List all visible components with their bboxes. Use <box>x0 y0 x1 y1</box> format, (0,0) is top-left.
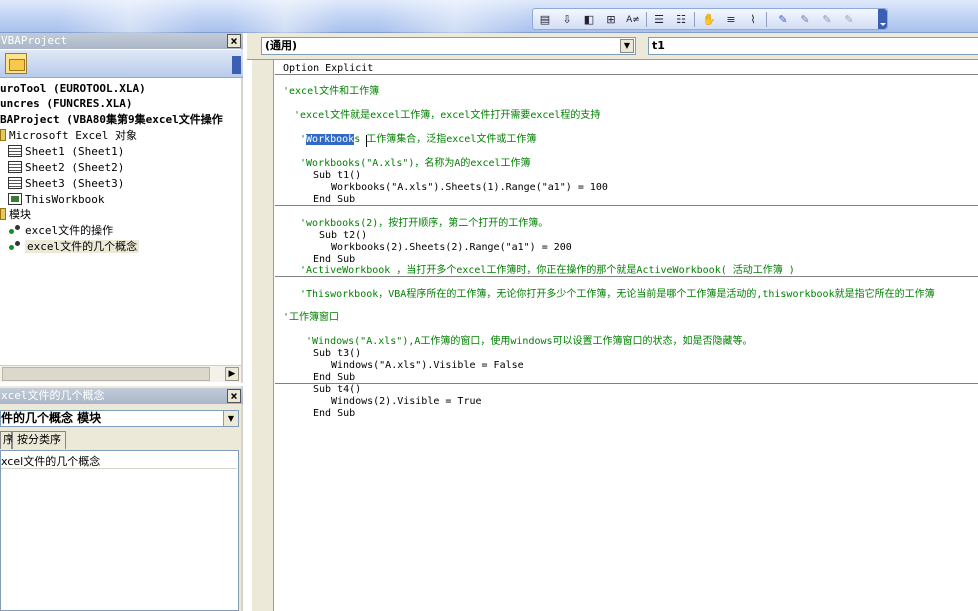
properties-title-text: xcel文件的几个概念 <box>1 389 105 402</box>
code-line[interactable]: End Sub <box>313 408 355 420</box>
complete-word-icon[interactable]: A≠ <box>624 11 642 28</box>
code-editor[interactable]: Option Explicit 'excel文件和工作簿 'excel文件就是e… <box>247 59 978 611</box>
object-selector-value: 件的几个概念 模块 <box>1 411 102 425</box>
project-title-text: VBAProject <box>1 34 68 47</box>
procedure-separator <box>275 205 978 206</box>
tree-item-module-1[interactable]: excel文件的操作 <box>8 223 113 239</box>
procedure-combo-value: t1 <box>652 39 665 52</box>
tree-item-sheet3[interactable]: Sheet3 (Sheet3) <box>8 176 124 192</box>
tree-item-sheet2[interactable]: Sheet2 (Sheet2) <box>8 160 124 176</box>
module-icon <box>8 240 22 252</box>
chevron-down-icon[interactable]: ▼ <box>620 39 634 53</box>
edit-toolbar: ▤ ⇩ ◧ ⊞ A≠ ☰ ☷ ✋ ≡ ⌇ ✎ ✎ ✎ ✎ <box>532 8 888 30</box>
tree-item-vbaproject[interactable]: BAProject (VBA80集第9集excel文件操作 <box>0 112 223 128</box>
chevron-down-icon[interactable]: ▼ <box>223 411 238 426</box>
project-toolbar-options-icon[interactable] <box>232 56 241 74</box>
comment-block-icon[interactable]: ≡ <box>722 11 740 28</box>
project-toolbar <box>0 50 243 78</box>
code-line[interactable]: Workbooks("A.xls").Sheets(1).Range("a1")… <box>331 182 608 194</box>
toggle-folders-icon[interactable] <box>5 53 27 74</box>
text-cursor-icon <box>366 135 368 147</box>
procedure-separator <box>275 276 978 277</box>
list-constants-icon[interactable]: ⇩ <box>558 11 576 28</box>
quick-info-icon[interactable]: ◧ <box>580 11 598 28</box>
clear-bookmarks-icon[interactable]: ✎ <box>840 11 858 28</box>
selected-text: Workbook <box>306 134 355 145</box>
module-icon <box>8 224 22 236</box>
tree-item-excel-objects[interactable]: Microsoft Excel 对象 <box>0 128 137 144</box>
tree-item-module-2[interactable]: excel文件的几个概念 <box>8 239 140 255</box>
bookmark-icon[interactable]: ✎ <box>774 11 792 28</box>
code-line[interactable]: 'Windows("A.xls"),A工作簿的窗口，使用windows可以设置工… <box>306 336 753 348</box>
tree-item-eurotool[interactable]: uroTool (EUROTOOL.XLA) <box>0 81 146 97</box>
code-window: (通用) ▼ t1 Option Explicit 'excel文件和工作簿 '… <box>247 33 978 611</box>
close-icon[interactable]: × <box>227 389 241 403</box>
project-horizontal-scrollbar[interactable]: ▶ <box>0 365 241 382</box>
code-line[interactable]: Sub t4() <box>313 384 361 396</box>
tab-alphabetic[interactable]: 序 <box>0 431 14 449</box>
code-line[interactable]: 'Workbooks 工作簿集合，泛指excel文件或工作簿 <box>300 134 536 146</box>
procedure-separator <box>275 74 978 75</box>
procedure-combo[interactable]: t1 <box>648 37 978 55</box>
hand-icon[interactable]: ✋ <box>700 11 718 28</box>
sheet-icon <box>8 145 22 157</box>
indent-icon[interactable]: ☰ <box>650 11 668 28</box>
object-combo-value: (通用) <box>265 39 298 52</box>
tree-item-funcres[interactable]: uncres (FUNCRES.XLA) <box>0 96 132 112</box>
scroll-right-icon[interactable]: ▶ <box>225 367 239 381</box>
code-line[interactable]: 'excel文件就是excel工作簿，excel文件打开需要excel程的支持 <box>294 110 600 122</box>
code-line[interactable]: 'excel文件和工作簿 <box>283 86 379 98</box>
code-line[interactable]: Windows("A.xls").Visible = False <box>331 360 524 372</box>
outdent-icon[interactable]: ☷ <box>672 11 690 28</box>
code-line[interactable]: Sub t2() <box>319 230 367 242</box>
sheet-icon <box>8 177 22 189</box>
property-grid: xcel文件的几个概念 <box>0 450 239 611</box>
margin-indicator-bar[interactable] <box>252 60 274 611</box>
properties-title: xcel文件的几个概念 × <box>0 388 243 404</box>
procedure-separator <box>275 383 978 384</box>
tab-categorized[interactable]: 按分类序 <box>12 431 66 449</box>
tree-item-thisworkbook[interactable]: ThisWorkbook <box>8 192 104 208</box>
object-combo[interactable]: (通用) ▼ <box>261 37 636 55</box>
code-line[interactable]: Windows(2).Visible = True <box>331 396 482 408</box>
project-explorer-title: VBAProject × <box>0 33 243 49</box>
property-row-name[interactable]: xcel文件的几个概念 <box>1 454 237 469</box>
toolbar-options-icon[interactable] <box>878 9 887 29</box>
next-bookmark-icon[interactable]: ✎ <box>796 11 814 28</box>
project-explorer: VBAProject × uroTool (EUROTOOL.XLA) uncr… <box>0 33 243 383</box>
toolbar-strip: ▤ ⇩ ◧ ⊞ A≠ ☰ ☷ ✋ ≡ ⌇ ✎ ✎ ✎ ✎ <box>0 0 978 33</box>
workbook-icon <box>8 193 22 205</box>
tree-item-sheet1[interactable]: Sheet1 (Sheet1) <box>8 144 124 160</box>
close-icon[interactable]: × <box>227 34 241 48</box>
folder-icon <box>0 208 6 220</box>
sheet-icon <box>8 161 22 173</box>
list-properties-icon[interactable]: ▤ <box>536 11 554 28</box>
folder-icon <box>0 129 6 141</box>
tree-item-modules[interactable]: 模块 <box>0 207 31 223</box>
properties-window: xcel文件的几个概念 × 件的几个概念 模块 ▼ 序 按分类序 xcel文件的… <box>0 386 243 611</box>
param-info-icon[interactable]: ⊞ <box>602 11 620 28</box>
code-line[interactable]: Sub t1() <box>313 170 361 182</box>
code-line[interactable]: Sub t3() <box>313 348 361 360</box>
scrollbar-thumb[interactable] <box>2 367 210 381</box>
uncomment-block-icon[interactable]: ⌇ <box>744 11 762 28</box>
code-line[interactable]: '工作簿窗口 <box>283 312 339 324</box>
prev-bookmark-icon[interactable]: ✎ <box>818 11 836 28</box>
code-line[interactable]: 'Workbooks("A.xls")，名称为A的excel工作簿 <box>300 158 531 170</box>
code-line[interactable]: Workbooks(2).Sheets(2).Range("a1") = 200 <box>331 242 572 254</box>
object-selector[interactable]: 件的几个概念 模块 ▼ <box>0 410 239 427</box>
code-line[interactable]: 'workbooks(2)，按打开顺序，第二个打开的工作簿。 <box>300 218 548 230</box>
code-line[interactable]: 'Thisworkbook，VBA程序所在的工作簿，无论你打开多少个工作簿，无论… <box>300 289 935 301</box>
